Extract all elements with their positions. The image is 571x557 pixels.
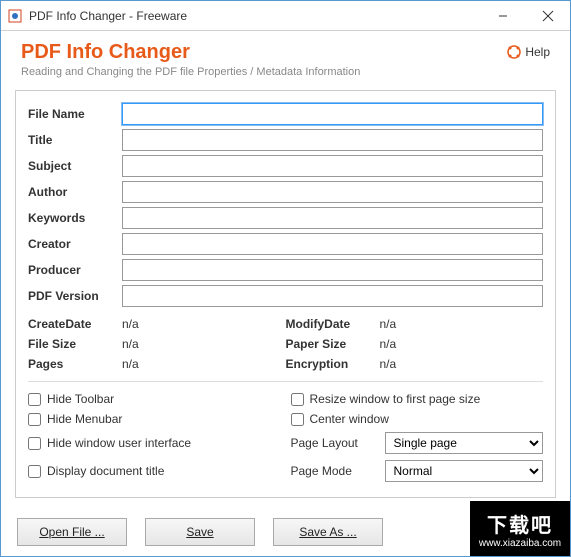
label-pdf-version: PDF Version xyxy=(28,289,122,303)
page-layout-row: Page Layout Single page xyxy=(291,432,544,454)
label-encryption: Encryption xyxy=(286,357,380,371)
app-title: PDF Info Changer xyxy=(21,41,360,64)
hide-menubar-checkbox[interactable]: Hide Menubar xyxy=(28,412,281,426)
app-subtitle: Reading and Changing the PDF file Proper… xyxy=(21,66,360,78)
center-window-checkbox[interactable]: Center window xyxy=(291,412,544,426)
hide-window-ui-checkbox[interactable]: Hide window user interface xyxy=(28,432,281,454)
value-modify-date: n/a xyxy=(380,317,544,331)
close-button[interactable] xyxy=(525,1,570,30)
help-link[interactable]: Help xyxy=(507,45,550,59)
hide-menubar-label: Hide Menubar xyxy=(47,412,122,426)
watermark: 下载吧 www.xiazaiba.com xyxy=(470,501,570,556)
label-paper-size: Paper Size xyxy=(286,337,380,351)
display-doc-title-label: Display document title xyxy=(47,464,164,478)
watermark-url: www.xiazaiba.com xyxy=(479,538,561,549)
window-title: PDF Info Changer - Freeware xyxy=(29,9,480,23)
subject-input[interactable] xyxy=(122,155,543,177)
resize-first-page-label: Resize window to first page size xyxy=(310,392,481,406)
label-producer: Producer xyxy=(28,263,122,277)
save-as-button[interactable]: Save As ... xyxy=(273,518,383,546)
page-mode-select[interactable]: Normal xyxy=(385,460,544,482)
divider xyxy=(28,381,543,382)
app-icon xyxy=(7,8,23,24)
window: PDF Info Changer - Freeware PDF Info Cha… xyxy=(0,0,571,557)
watermark-text: 下载吧 xyxy=(487,509,553,538)
help-icon xyxy=(507,45,521,59)
label-title: Title xyxy=(28,133,122,147)
value-pages: n/a xyxy=(122,357,286,371)
value-create-date: n/a xyxy=(122,317,286,331)
help-label: Help xyxy=(525,45,550,59)
display-doc-title-checkbox[interactable]: Display document title xyxy=(28,460,281,482)
label-pages: Pages xyxy=(28,357,122,371)
file-name-input[interactable] xyxy=(122,103,543,125)
resize-first-page-box[interactable] xyxy=(291,393,304,406)
label-create-date: CreateDate xyxy=(28,317,122,331)
value-file-size: n/a xyxy=(122,337,286,351)
title-input[interactable] xyxy=(122,129,543,151)
value-encryption: n/a xyxy=(380,357,544,371)
hide-toolbar-checkbox[interactable]: Hide Toolbar xyxy=(28,392,281,406)
hide-window-ui-box[interactable] xyxy=(28,437,41,450)
center-window-label: Center window xyxy=(310,412,389,426)
label-keywords: Keywords xyxy=(28,211,122,225)
meta-grid: CreateDate n/a ModifyDate n/a File Size … xyxy=(28,317,543,371)
center-window-box[interactable] xyxy=(291,413,304,426)
header: PDF Info Changer Reading and Changing th… xyxy=(1,31,570,86)
open-file-button[interactable]: Open File ... xyxy=(17,518,127,546)
options-grid: Hide Toolbar Resize window to first page… xyxy=(28,392,543,482)
minimize-button[interactable] xyxy=(480,1,525,30)
hide-toolbar-box[interactable] xyxy=(28,393,41,406)
save-button[interactable]: Save xyxy=(145,518,255,546)
label-file-size: File Size xyxy=(28,337,122,351)
resize-first-page-checkbox[interactable]: Resize window to first page size xyxy=(291,392,544,406)
value-paper-size: n/a xyxy=(380,337,544,351)
titlebar[interactable]: PDF Info Changer - Freeware xyxy=(1,1,570,31)
producer-input[interactable] xyxy=(122,259,543,281)
hide-window-ui-label: Hide window user interface xyxy=(47,436,191,450)
label-modify-date: ModifyDate xyxy=(286,317,380,331)
page-mode-label: Page Mode xyxy=(291,464,375,478)
page-layout-select[interactable]: Single page xyxy=(385,432,544,454)
label-author: Author xyxy=(28,185,122,199)
keywords-input[interactable] xyxy=(122,207,543,229)
author-input[interactable] xyxy=(122,181,543,203)
creator-input[interactable] xyxy=(122,233,543,255)
hide-menubar-box[interactable] xyxy=(28,413,41,426)
label-creator: Creator xyxy=(28,237,122,251)
label-subject: Subject xyxy=(28,159,122,173)
pdf-version-input[interactable] xyxy=(122,285,543,307)
display-doc-title-box[interactable] xyxy=(28,465,41,478)
main-panel: File Name Title Subject Author Keywords … xyxy=(15,90,556,498)
page-mode-row: Page Mode Normal xyxy=(291,460,544,482)
label-file-name: File Name xyxy=(28,107,122,121)
page-layout-label: Page Layout xyxy=(291,436,375,450)
hide-toolbar-label: Hide Toolbar xyxy=(47,392,114,406)
